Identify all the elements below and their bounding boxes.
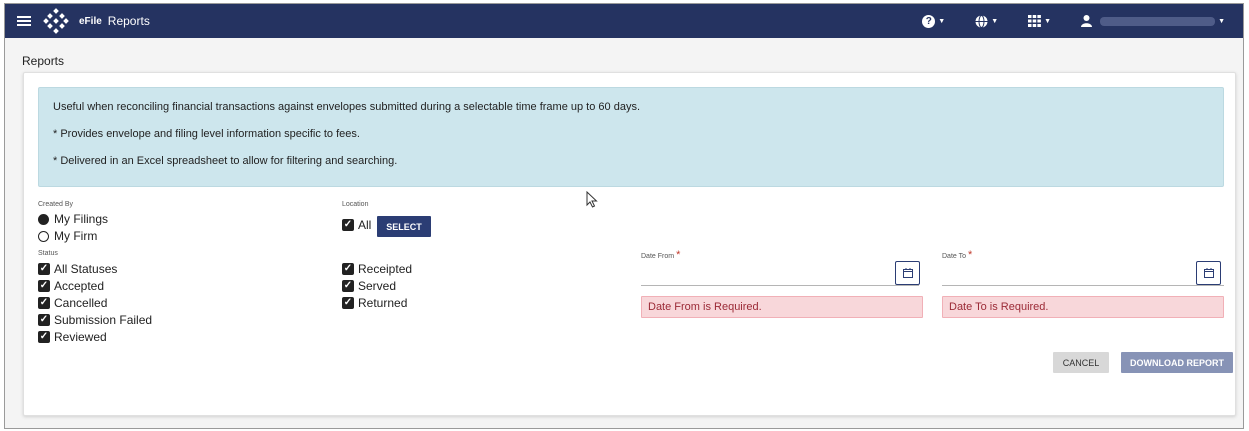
app-window: eFile Reports ? ▼ ▼ ▼ ▼ Reports Useful w…	[4, 3, 1244, 429]
nav-right: ? ▼ ▼ ▼ ▼	[892, 4, 1225, 38]
radio-my-firm-label: My Firm	[54, 229, 98, 243]
radio-selected-icon[interactable]	[38, 213, 49, 225]
date-to-calendar-button[interactable]	[1196, 261, 1221, 285]
report-card: Useful when reconciling financial transa…	[23, 72, 1236, 416]
date-to-input[interactable]	[942, 285, 1224, 286]
question-circle-icon: ?	[922, 14, 936, 28]
status-submission-failed[interactable]: ✓ Submission Failed	[38, 313, 152, 327]
radio-my-filings-label: My Filings	[54, 212, 109, 226]
date-to-label-text: Date To	[942, 253, 966, 260]
status-option-label: Submission Failed	[54, 313, 153, 327]
status-option-label: Receipted	[358, 262, 413, 276]
checkbox-checked-icon[interactable]: ✓	[38, 280, 50, 292]
status-option-label: All Statuses	[54, 262, 118, 276]
cancel-button[interactable]: CANCEL	[1053, 352, 1109, 373]
caret-down-icon: ▼	[1044, 17, 1052, 25]
grid-icon	[1028, 15, 1042, 27]
checkbox-checked-icon[interactable]: ✓	[342, 297, 354, 309]
status-option-label: Returned	[358, 296, 408, 310]
date-from-error: Date From is Required.	[641, 296, 923, 318]
radio-my-firm[interactable]: My Firm	[38, 229, 97, 243]
checkbox-checked-icon[interactable]: ✓	[342, 263, 354, 275]
top-navbar: eFile Reports ? ▼ ▼ ▼ ▼	[5, 4, 1243, 38]
status-option-label: Accepted	[54, 279, 105, 293]
location-select-button[interactable]: SELECT	[377, 216, 431, 237]
user-menu[interactable]: ▼	[1081, 15, 1225, 27]
checkbox-checked-icon[interactable]: ✓	[38, 331, 50, 343]
checkbox-checked-icon[interactable]: ✓	[38, 263, 50, 275]
location-all-label: All	[358, 218, 372, 232]
checkbox-checked-icon[interactable]: ✓	[342, 219, 354, 231]
download-report-button[interactable]: DOWNLOAD REPORT	[1121, 352, 1233, 373]
date-from-label-text: Date From	[641, 253, 675, 260]
checkbox-checked-icon[interactable]: ✓	[38, 314, 50, 326]
caret-down-icon: ▼	[991, 17, 999, 25]
language-menu[interactable]: ▼	[975, 14, 999, 28]
status-served[interactable]: ✓ Served	[342, 279, 396, 293]
date-to-error: Date To is Required.	[942, 296, 1224, 318]
status-option-label: Cancelled	[54, 296, 108, 310]
status-all-statuses[interactable]: ✓ All Statuses	[38, 262, 117, 276]
date-from-input[interactable]	[641, 285, 919, 286]
info-alert: Useful when reconciling financial transa…	[38, 87, 1224, 187]
date-from-label: Date From *	[641, 249, 680, 261]
radio-my-filings[interactable]: My Filings	[38, 212, 108, 226]
mouse-cursor-icon	[586, 191, 598, 208]
status-reviewed[interactable]: ✓ Reviewed	[38, 330, 107, 344]
status-cancelled[interactable]: ✓ Cancelled	[38, 296, 107, 310]
globe-icon	[975, 14, 988, 28]
hamburger-menu-icon[interactable]	[17, 16, 31, 26]
location-label: Location	[342, 201, 369, 208]
status-label: Status	[38, 250, 58, 257]
info-line-2: * Provides envelope and filing level inf…	[53, 128, 360, 140]
radio-unselected-icon[interactable]	[38, 230, 49, 242]
brand-page-name[interactable]: Reports	[108, 14, 150, 28]
status-option-label: Served	[358, 279, 397, 293]
page-title: Reports	[22, 54, 65, 68]
status-accepted[interactable]: ✓ Accepted	[38, 279, 104, 293]
required-mark: *	[676, 249, 681, 261]
apps-menu[interactable]: ▼	[1028, 15, 1051, 27]
status-returned[interactable]: ✓ Returned	[342, 296, 407, 310]
date-to-label: Date To *	[942, 249, 972, 261]
caret-down-icon: ▼	[1218, 17, 1225, 25]
status-option-label: Reviewed	[54, 330, 107, 344]
required-mark: *	[968, 249, 973, 261]
nav-left: eFile Reports	[17, 4, 150, 38]
user-icon	[1081, 15, 1093, 27]
help-menu[interactable]: ? ▼	[922, 14, 946, 28]
checkbox-checked-icon[interactable]: ✓	[342, 280, 354, 292]
efile-logo-icon[interactable]	[43, 8, 69, 34]
date-from-calendar-button[interactable]	[895, 261, 920, 285]
caret-down-icon: ▼	[938, 17, 946, 25]
created-by-label: Created By	[38, 201, 74, 208]
checkbox-checked-icon[interactable]: ✓	[38, 297, 50, 309]
status-receipted[interactable]: ✓ Receipted	[342, 262, 412, 276]
calendar-icon	[902, 268, 913, 278]
info-line-1: Useful when reconciling financial transa…	[53, 101, 640, 113]
location-all-checkbox[interactable]: ✓ All	[342, 218, 371, 232]
info-line-3: * Delivered in an Excel spreadsheet to a…	[53, 155, 398, 167]
calendar-icon	[1203, 268, 1214, 278]
brand-name[interactable]: eFile	[79, 16, 102, 27]
user-name-redacted	[1100, 16, 1216, 26]
